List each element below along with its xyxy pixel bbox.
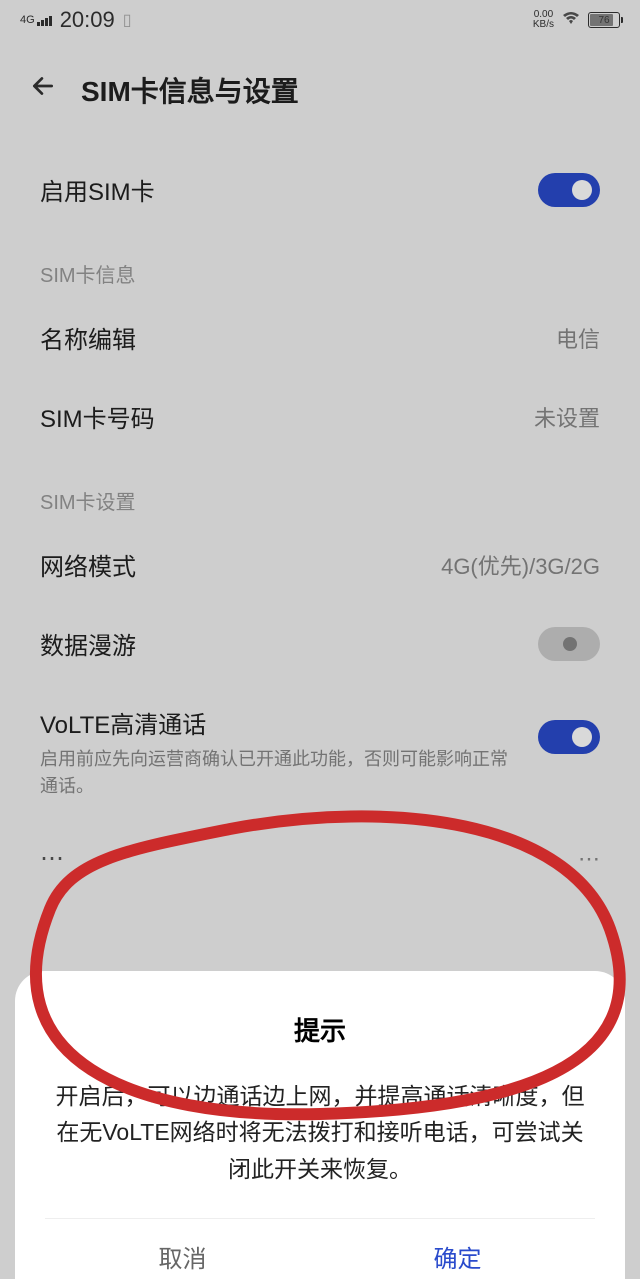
network-type-label: 4G	[20, 15, 35, 26]
enable-sim-row[interactable]: 启用SIM卡	[0, 150, 640, 229]
sim-number-value: 未设置	[534, 401, 600, 433]
signal-icon	[37, 16, 52, 26]
volte-toggle[interactable]	[538, 720, 600, 754]
enable-sim-toggle[interactable]	[538, 173, 600, 207]
wifi-icon	[562, 11, 580, 30]
section-sim-settings: SIM卡设置	[0, 456, 640, 525]
name-edit-row[interactable]: 名称编辑 电信	[0, 298, 640, 377]
volte-sublabel: 启用前应先向运营商确认已开通此功能，否则可能影响正常通话。	[40, 746, 518, 800]
nosim-icon: ▯	[123, 10, 132, 30]
data-roaming-toggle[interactable]	[538, 627, 600, 661]
network-mode-label: 网络模式	[40, 547, 136, 582]
dialog-body: 开启后，可以边通话边上网，并提高通话清晰度，但在无VoLTE网络时将无法拨打和接…	[45, 1078, 595, 1218]
status-bar: 4G 20:09 ▯ 0.00 KB/s 76	[0, 0, 640, 40]
sim-number-row[interactable]: SIM卡号码 未设置	[0, 377, 640, 456]
name-edit-label: 名称编辑	[40, 320, 136, 355]
data-roaming-label: 数据漫游	[40, 626, 136, 661]
volte-label: VoLTE高清通话	[40, 705, 518, 740]
data-roaming-row[interactable]: 数据漫游	[0, 604, 640, 683]
dialog-title: 提示	[45, 1011, 595, 1048]
confirm-dialog: 提示 开启后，可以边通话边上网，并提高通话清晰度，但在无VoLTE网络时将无法拨…	[15, 971, 625, 1279]
battery-icon: 76	[588, 12, 620, 28]
page-title: SIM卡信息与设置	[81, 70, 299, 110]
clock: 20:09	[60, 7, 115, 33]
partial-row[interactable]: ⋯ ⋯	[0, 822, 640, 895]
network-mode-value: 4G(优先)/3G/2G	[441, 549, 600, 581]
header: SIM卡信息与设置	[0, 40, 640, 130]
back-arrow-icon[interactable]	[30, 73, 56, 107]
sim-number-label: SIM卡号码	[40, 399, 155, 434]
name-edit-value: 电信	[556, 322, 600, 354]
cancel-button[interactable]: 取消	[45, 1219, 320, 1279]
network-mode-row[interactable]: 网络模式 4G(优先)/3G/2G	[0, 525, 640, 604]
section-sim-info: SIM卡信息	[0, 229, 640, 298]
network-speed: 0.00 KB/s	[533, 10, 554, 30]
volte-row[interactable]: VoLTE高清通话 启用前应先向运营商确认已开通此功能，否则可能影响正常通话。	[0, 683, 640, 822]
enable-sim-label: 启用SIM卡	[40, 172, 155, 207]
confirm-button[interactable]: 确定	[320, 1219, 595, 1279]
